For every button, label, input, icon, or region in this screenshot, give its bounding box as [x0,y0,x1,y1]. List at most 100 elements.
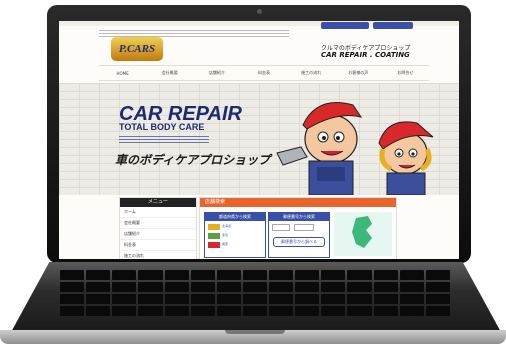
keyboard-key [86,306,111,316]
site-tagline-en: CAR REPAIR . COATING [321,51,410,59]
japan-map[interactable] [334,212,392,256]
nav-item-stores[interactable]: 店舗紹介 [193,70,240,76]
keyboard-key [242,294,268,304]
nav-item-flow[interactable]: 施工の流れ [288,70,335,76]
nav-item-voices[interactable]: お客様の声 [335,70,382,76]
keyboard-key [216,306,241,316]
keyboard-key [347,282,372,292]
keyboard-key [425,294,450,304]
keyboard-key [373,282,398,292]
keyboard-key [347,306,372,316]
keyboard-key [164,282,189,292]
keyboard-key [190,282,215,292]
postal-code-input[interactable] [272,224,290,231]
japan-map-icon [352,216,372,248]
region-link[interactable]: 関東 [222,242,228,248]
keyboard-key [347,270,372,280]
keyboard-key [112,306,137,316]
keyboard-key [295,306,320,316]
keyboard-key [164,294,189,304]
keyboard-key [112,294,137,304]
keyboard-key [399,282,424,292]
keyboard-key [60,294,85,304]
nav-item-home[interactable]: HOME [99,71,146,76]
prefecture-search-card: 都道府県から検索 北海道 東北 関東 [204,212,266,258]
keyboard-key [425,282,450,292]
keyboard-key [242,306,268,316]
keyboard-key [242,270,268,280]
keyboard-key [216,270,241,280]
keyboard-key [321,294,346,304]
keyboard-key [138,270,163,280]
keyboard-key [347,294,372,304]
keyboard-key [164,306,189,316]
keyboard-key [138,294,163,304]
hero-description [119,134,219,145]
keyboard-key [86,270,111,280]
keyboard-key [86,282,111,292]
keyboard-key [373,270,398,280]
postal-search-title: 郵便番号から検索 [269,213,329,221]
postal-search-card: 郵便番号から検索 郵便番号から調べる [268,212,330,258]
header-link-button[interactable] [321,22,369,29]
keyboard-key [295,270,320,280]
main-nav: HOME 会社概要 店舗紹介 料金表 施工の流れ お客様の声 お問合せ [99,65,429,81]
header-link-button[interactable] [373,22,413,29]
store-search-heading: 店舗検索 [200,198,396,207]
keyboard-key [216,294,241,304]
nav-item-prices[interactable]: 料金表 [240,70,287,76]
keyboard-key [60,282,85,292]
side-menu-item[interactable]: 会社概要 [120,218,196,229]
keyboard-key [295,282,320,292]
keyboard-key [138,306,163,316]
keyboard-key [321,270,346,280]
hero-tagline-jp: 車のボディケアプロショップ [115,153,271,167]
hero-subtitle: TOTAL BODY CARE [119,122,205,132]
region-link[interactable]: 東北 [222,233,228,239]
keyboard-key [269,294,294,304]
keyboard-key [60,306,85,316]
side-menu-item[interactable]: ホーム [120,207,196,218]
keyboard-key [190,294,215,304]
prefecture-search-title: 都道府県から検索 [205,213,265,221]
postal-search-button[interactable]: 郵便番号から調べる [273,237,325,247]
postal-code-input[interactable] [294,224,314,231]
side-menu-item[interactable]: 料金表 [120,240,196,251]
keyboard-key [295,294,320,304]
keyboard-key [112,282,137,292]
keyboard-key [373,306,398,316]
header-notice-text [99,28,289,37]
keyboard-key [321,306,346,316]
keyboard-key [425,306,450,316]
laptop: P.CARS クルマのボディケアプロショップ CAR REPAIR . COAT… [0,0,506,349]
keyboard-key [399,294,424,304]
keyboard-key [399,270,424,280]
region-link[interactable]: 北海道 [222,224,231,230]
keyboard-key [399,306,424,316]
laptop-screen: P.CARS クルマのボディケアプロショップ CAR REPAIR . COAT… [59,21,459,259]
keyboard-key [321,282,346,292]
keyboard-key [138,282,163,292]
keyboard-key [112,270,137,280]
lid-notch [225,330,285,334]
keyboard-key [242,282,268,292]
keyboard-key [86,294,111,304]
mascot-illustration [276,102,434,195]
keyboard-key [164,270,189,280]
keyboard-key [190,306,215,316]
nav-item-contact[interactable]: お問合せ [382,70,429,76]
keyboard-key [269,270,294,280]
side-menu: メニュー ホーム 会社概要 店舗紹介 料金表 施工の流れ [119,197,197,259]
keyboard-key [269,282,294,292]
side-menu-item[interactable]: 店舗紹介 [120,229,196,240]
keyboard-key [60,270,85,280]
keyboard-key [216,282,241,292]
site-logo[interactable]: P.CARS [111,37,163,61]
nav-item-company[interactable]: 会社概要 [146,70,193,76]
keyboard-key [373,294,398,304]
keyboard [60,270,450,316]
side-menu-item[interactable]: 施工の流れ [120,251,196,259]
keyboard-key [425,270,450,280]
store-search-panel: 店舗検索 都道府県から検索 北海道 東北 関東 郵便番号から検索 郵便番号から調… [199,197,397,259]
keyboard-key [269,306,294,316]
